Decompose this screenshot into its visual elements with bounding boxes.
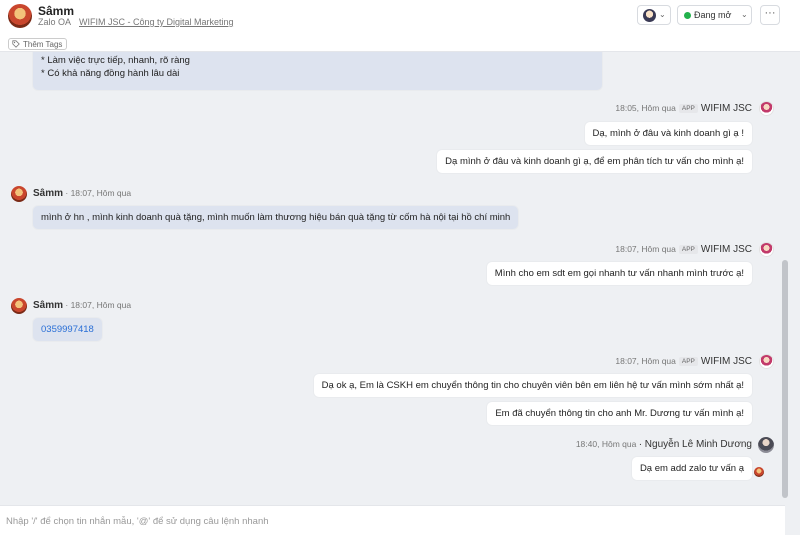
tag-icon xyxy=(12,40,20,48)
chevron-down-icon: ⌄ xyxy=(659,10,666,19)
message-bubble-outgoing: Dạ em add zalo tư vấn ạ xyxy=(631,457,752,480)
contact-subtitle: Zalo OA WIFIM JSC - Công ty Digital Marke… xyxy=(38,17,234,27)
sender-name: WIFIM JSC xyxy=(700,103,752,114)
assignee-avatar xyxy=(643,9,656,22)
scrollbar[interactable] xyxy=(782,260,788,498)
assignee-dropdown[interactable]: ⌄ xyxy=(637,5,671,25)
contact-avatar xyxy=(11,186,27,202)
sender-name: WIFIM JSC xyxy=(700,244,752,255)
app-badge: APP xyxy=(678,245,698,255)
phone-number-link[interactable]: 0359997418 xyxy=(33,318,102,341)
message-time: · 18:07, Hôm qua xyxy=(65,300,132,310)
message-meta: 18:07, Hôm qua APP WIFIM JSC xyxy=(615,244,752,255)
agent-avatar xyxy=(759,354,774,369)
add-tags-button[interactable]: Thêm Tags xyxy=(8,38,68,50)
message-meta: Sâmm · 18:07, Hôm qua xyxy=(33,188,131,199)
status-label: Đang mở xyxy=(694,10,732,20)
seen-avatar xyxy=(754,467,764,477)
agent-avatar xyxy=(759,242,774,257)
chevron-down-icon: ⌄ xyxy=(741,10,748,19)
app-badge: APP xyxy=(678,357,698,367)
composer xyxy=(0,505,785,535)
message-bubble-incoming: mình ở hn , mình kinh doanh quà tặng, mì… xyxy=(33,206,519,229)
agent-avatar xyxy=(758,437,774,453)
add-tags-label: Thêm Tags xyxy=(23,40,63,49)
message-list[interactable]: * Làm việc trực tiếp, nhanh, rõ ràng * C… xyxy=(0,52,790,504)
status-dot-icon xyxy=(684,12,691,19)
message-meta: 18:05, Hôm qua APP WIFIM JSC xyxy=(615,103,752,114)
message-time: 18:40, Hôm qua xyxy=(575,439,637,449)
sender-name: Sâmm xyxy=(33,188,64,199)
message-input[interactable] xyxy=(6,512,776,530)
message-time: 18:07, Hôm qua xyxy=(615,244,676,254)
message-meta: 18:40, Hôm qua · Nguyễn Lê Minh Dương xyxy=(576,439,752,450)
message-bubble-outgoing: Dạ, mình ở đâu và kinh doanh gì ạ ! xyxy=(584,122,752,145)
message-meta: Sâmm · 18:07, Hôm qua xyxy=(33,300,131,311)
app-badge: APP xyxy=(678,104,698,114)
message-bubble-outgoing: Dạ ok ạ, Em là CSKH em chuyển thông tin … xyxy=(313,374,752,397)
message-bubble-incoming: * Làm việc trực tiếp, nhanh, rõ ràng * C… xyxy=(33,52,602,90)
message-meta: 18:07, Hôm qua APP WIFIM JSC xyxy=(615,356,752,367)
contact-name[interactable]: Sâmm xyxy=(38,4,74,18)
message-time: · 18:07, Hôm qua xyxy=(65,188,132,198)
channel-label: Zalo OA xyxy=(38,17,72,27)
message-bubble-outgoing: Dạ mình ở đâu và kinh doanh gì ạ, để em … xyxy=(437,150,752,173)
sender-name: WIFIM JSC xyxy=(700,356,752,367)
company-link[interactable]: WIFIM JSC - Công ty Digital Marketing xyxy=(79,17,234,27)
agent-avatar xyxy=(759,101,774,116)
contact-avatar[interactable] xyxy=(8,4,32,28)
message-text: * Có khả năng đồng hành lâu dài xyxy=(41,68,180,79)
sender-name: · Nguyễn Lê Minh Dương xyxy=(638,439,752,450)
contact-avatar xyxy=(11,298,27,314)
message-bubble-outgoing: Em đã chuyển thông tin cho anh Mr. Dương… xyxy=(487,402,752,425)
message-time: 18:05, Hôm qua xyxy=(615,103,676,113)
more-options-button[interactable]: ··· xyxy=(760,5,780,25)
message-bubble-outgoing: Mình cho em sdt em gọi nhanh tư vấn nhan… xyxy=(486,262,752,285)
message-text: * Làm việc trực tiếp, nhanh, rõ ràng xyxy=(41,55,190,66)
message-time: 18:07, Hôm qua xyxy=(615,356,676,366)
conversation-header: Sâmm Zalo OA WIFIM JSC - Công ty Digital … xyxy=(0,0,800,52)
sender-name: Sâmm xyxy=(33,300,64,311)
status-dropdown[interactable]: Đang mở ⌄ xyxy=(677,5,752,25)
